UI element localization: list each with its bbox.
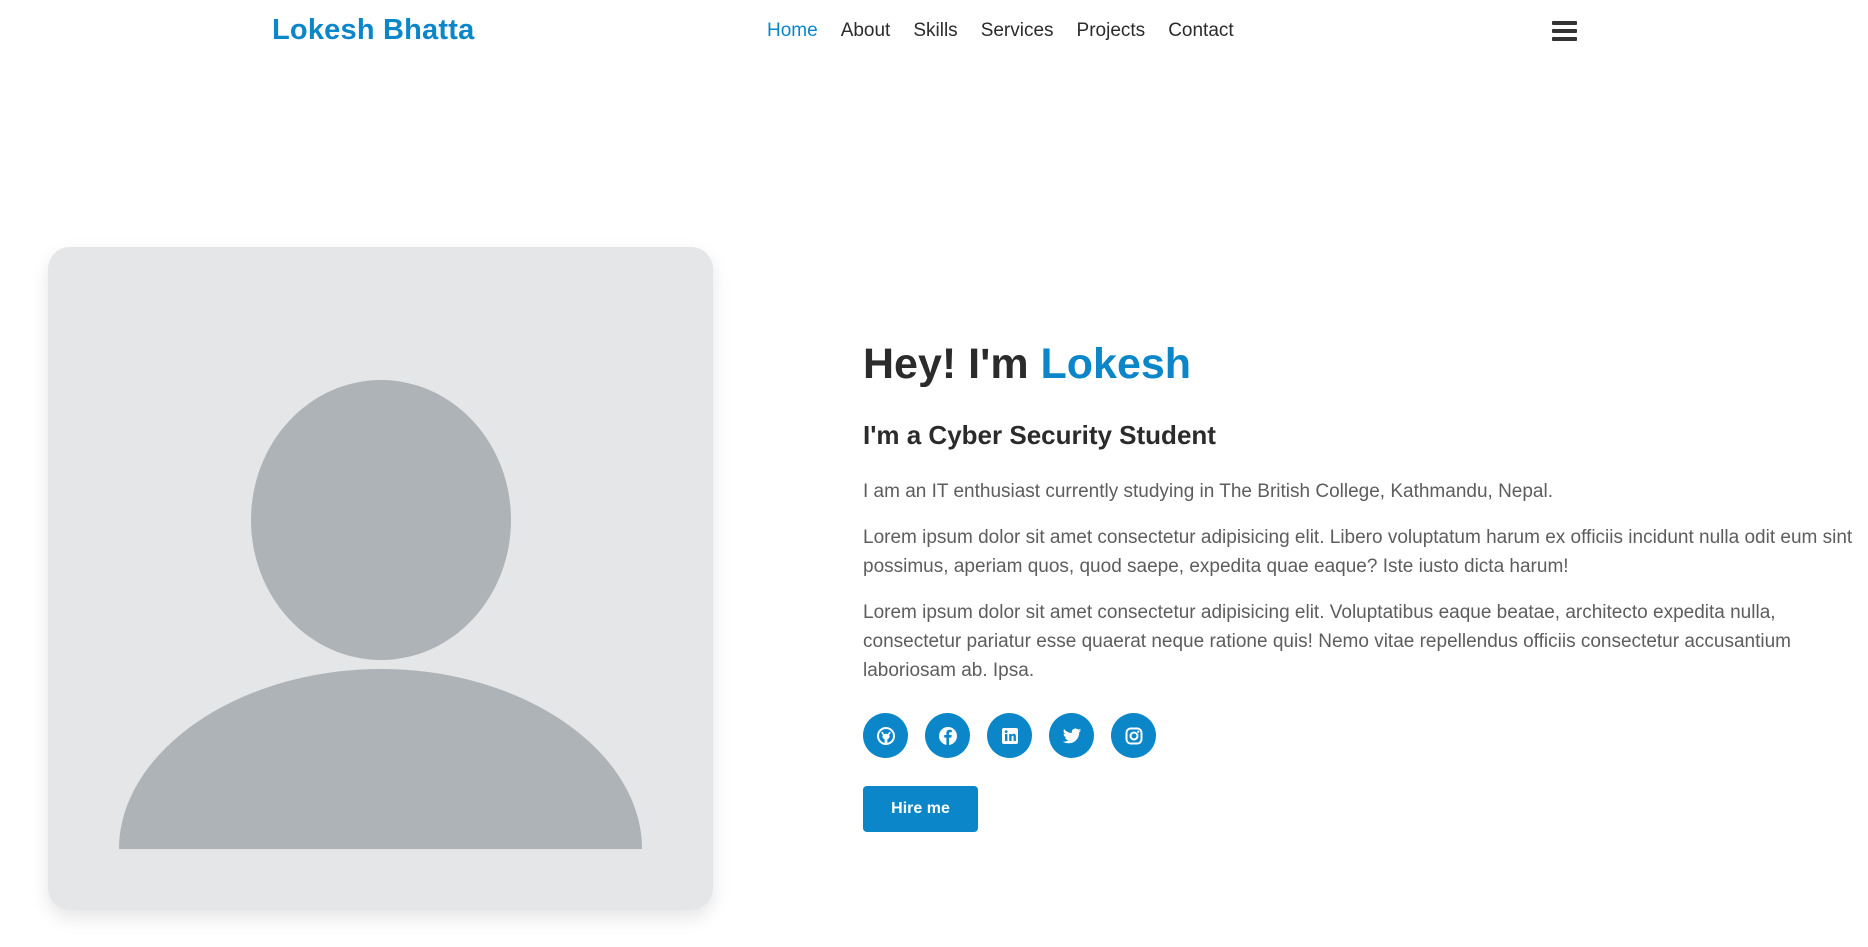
linkedin-link[interactable] [987, 713, 1032, 758]
brand-logo[interactable]: Lokesh Bhatta [272, 14, 474, 47]
twitter-link[interactable] [1049, 713, 1094, 758]
hero-title-name: Lokesh [1040, 340, 1192, 388]
twitter-icon [1062, 728, 1081, 743]
nav-link-services[interactable]: Services [981, 20, 1054, 41]
nav-link-projects[interactable]: Projects [1077, 20, 1146, 41]
user-placeholder-icon [119, 380, 642, 849]
github-icon [876, 726, 895, 745]
nav-item-home: Home [767, 20, 818, 42]
nav-item-projects: Projects [1077, 20, 1146, 42]
hire-me-button[interactable]: Hire me [863, 786, 978, 832]
avatar-shoulders [119, 669, 642, 849]
hamburger-menu-icon[interactable] [1552, 20, 1577, 42]
facebook-icon [938, 726, 957, 745]
nav-link-contact[interactable]: Contact [1168, 20, 1233, 41]
nav-item-about: About [841, 20, 891, 42]
navbar: Lokesh Bhatta Home About Skills Services… [0, 0, 1868, 66]
nav-link-skills[interactable]: Skills [913, 20, 957, 41]
hero-title-prefix: Hey! I'm [863, 340, 1029, 388]
menu-bar [1552, 21, 1577, 25]
intro-paragraph: I am an IT enthusiast currently studying… [863, 481, 1553, 502]
nav-link-about[interactable]: About [841, 20, 891, 41]
nav-item-skills: Skills [913, 20, 957, 42]
nav-link-home[interactable]: Home [767, 20, 818, 41]
profile-image [48, 247, 713, 910]
social-links [863, 713, 1156, 758]
github-link[interactable] [863, 713, 908, 758]
nav-links: Home About Skills Services Projects Cont… [767, 20, 1234, 42]
nav-item-contact: Contact [1168, 20, 1233, 42]
bio-paragraph-2: Lorem ipsum dolor sit amet consectetur a… [863, 602, 1792, 681]
instagram-link[interactable] [1111, 713, 1156, 758]
facebook-link[interactable] [925, 713, 970, 758]
hero-subtitle: I'm a Cyber Security Student [863, 420, 1216, 450]
instagram-icon [1125, 727, 1142, 744]
bio-paragraph-1: Lorem ipsum dolor sit amet consectetur a… [863, 527, 1853, 577]
avatar-head [251, 380, 511, 660]
nav-item-services: Services [981, 20, 1054, 42]
menu-bar [1552, 29, 1577, 33]
linkedin-icon [1001, 727, 1018, 744]
menu-bar [1552, 37, 1577, 41]
hero-title: Hey! I'm Lokesh [863, 340, 1191, 389]
